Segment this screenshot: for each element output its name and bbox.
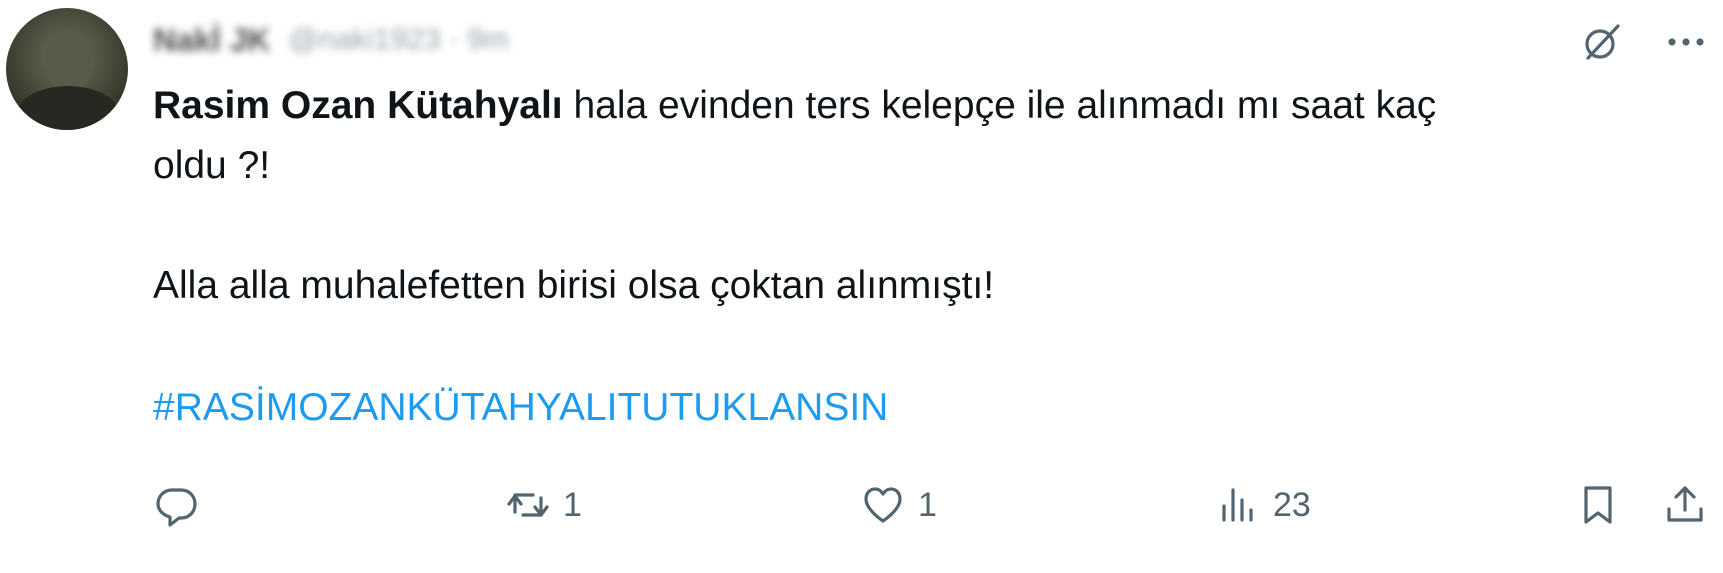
grok-icon[interactable] [1580, 20, 1624, 64]
like-button[interactable]: 1 [860, 470, 937, 540]
like-count: 1 [918, 485, 937, 524]
author-name[interactable]: Nakİ JK [153, 22, 270, 59]
bookmark-button[interactable] [1575, 470, 1621, 540]
avatar-shoulders [16, 86, 120, 130]
bookmark-icon [1584, 486, 1612, 524]
retweet-count: 1 [563, 485, 582, 524]
views-count: 23 [1273, 485, 1311, 524]
hashtag-link[interactable]: #RASİMOZANKÜTAHYALITUTUKLANSIN [153, 378, 888, 438]
like-icon [864, 487, 902, 523]
action-bar: 1 1 23 [0, 470, 1723, 540]
avatar[interactable] [6, 8, 128, 130]
share-icon [1667, 486, 1703, 522]
tweet-text: Rasim Ozan Kütahyalı hala evinden ters k… [153, 76, 1693, 316]
tweet[interactable]: Nakİ JK @naki1923 · 9m Rasim Ozan Kütahy… [0, 0, 1723, 573]
avatar-face [44, 30, 94, 90]
author-handle[interactable]: @naki1923 · 9m [288, 23, 509, 57]
tweet-line-1: Rasim Ozan Kütahyalı hala evinden ters k… [153, 76, 1693, 136]
more-icon[interactable] [1660, 22, 1712, 62]
retweet-icon [507, 493, 549, 517]
views-icon [1222, 488, 1253, 522]
reply-icon [156, 488, 197, 527]
reply-button[interactable] [153, 470, 211, 540]
mention[interactable]: Rasim Ozan Kütahyalı [153, 84, 563, 127]
share-button[interactable] [1662, 470, 1708, 540]
tweet-header: Nakİ JK @naki1923 · 9m [153, 18, 509, 62]
tweet-line-1-rest: hala evinden ters kelepçe ile alınmadı m… [562, 84, 1437, 127]
views-button[interactable]: 23 [1215, 470, 1311, 540]
tweet-line-2: oldu ?! [153, 144, 271, 187]
retweet-button[interactable]: 1 [505, 470, 582, 540]
tweet-line-3: Alla alla muhalefetten birisi olsa çokta… [153, 264, 995, 307]
